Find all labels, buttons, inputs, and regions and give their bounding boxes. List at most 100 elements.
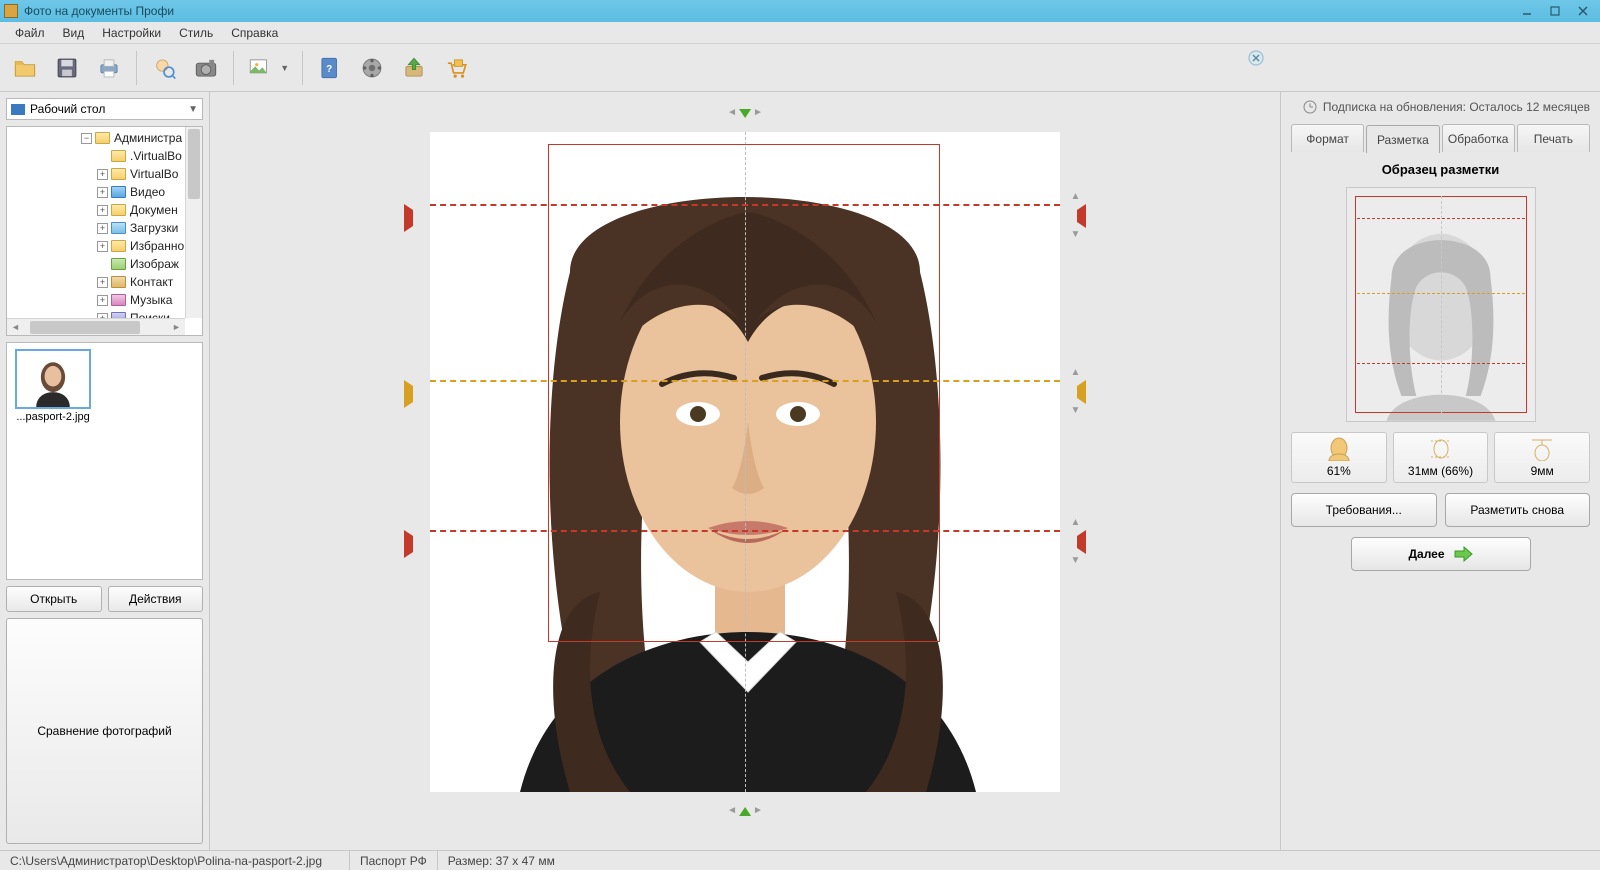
open-folder-button[interactable] (6, 49, 44, 87)
updates-button[interactable] (395, 49, 433, 87)
maximize-button[interactable] (1542, 3, 1568, 19)
tree-item-label[interactable]: Контакт (130, 275, 173, 289)
crop-top-handle[interactable]: ◄► (727, 108, 763, 118)
menu-file[interactable]: Файл (6, 26, 54, 40)
left-panel: Рабочий стол ▼ − Администра .VirtualBo + V… (0, 92, 210, 850)
tree-item-label[interactable]: Избранно (130, 239, 184, 253)
requirements-button[interactable]: Требования... (1291, 493, 1437, 527)
arrow-right-icon (1453, 546, 1473, 562)
tree-expander[interactable]: + (97, 223, 108, 234)
guide-chin-right-handle[interactable]: ▲▼ (1065, 518, 1086, 566)
tree-item-label[interactable]: Музыка (130, 293, 172, 307)
head-icon (1325, 437, 1353, 461)
menu-help[interactable]: Справка (222, 26, 287, 40)
clock-icon (1303, 100, 1317, 114)
subscription-text: Подписка на обновления: Осталось 12 меся… (1323, 100, 1590, 114)
tree-item-label[interactable]: Загрузки (130, 221, 178, 235)
sample-title: Образец разметки (1291, 162, 1590, 177)
toolbar-divider (136, 51, 137, 85)
menu-settings[interactable]: Настройки (93, 26, 170, 40)
tree-expander[interactable]: + (97, 277, 108, 288)
folder-icon (111, 240, 126, 252)
photo-gallery-dropdown[interactable]: ▼ (242, 49, 294, 87)
actions-button[interactable]: Действия (108, 586, 204, 612)
tutorial-button[interactable] (353, 49, 391, 87)
metric-value: 31мм (66%) (1408, 464, 1473, 478)
status-size: Размер: 37 x 47 мм (438, 851, 565, 870)
tab-processing[interactable]: Обработка (1442, 124, 1515, 152)
folder-icon (111, 204, 126, 216)
svg-text:?: ? (326, 64, 332, 75)
tree-expander[interactable]: − (81, 133, 92, 144)
guide-eyes-right-handle[interactable]: ▲▼ (1065, 368, 1086, 416)
tree-expander[interactable]: + (97, 187, 108, 198)
tree-item-label[interactable]: Докумен (130, 203, 178, 217)
subscription-status: Подписка на обновления: Осталось 12 меся… (1291, 100, 1590, 114)
menu-style[interactable]: Стиль (170, 26, 222, 40)
tree-expander[interactable]: + (97, 169, 108, 180)
app-icon (4, 4, 18, 18)
folder-icon (111, 222, 126, 234)
folder-icon (111, 294, 126, 306)
camera-button[interactable] (187, 49, 225, 87)
open-button[interactable]: Открыть (6, 586, 102, 612)
crop-bottom-handle[interactable]: ◄► (727, 806, 763, 816)
toolbar-divider (233, 51, 234, 85)
crop-rectangle[interactable] (548, 144, 940, 642)
tree-item-label[interactable]: VirtualBo (130, 167, 178, 181)
thumbnail-image (15, 349, 91, 409)
thumbnail-item[interactable]: ...pasport-2.jpg (13, 349, 93, 423)
title-bar: Фото на документы Профи (0, 0, 1600, 22)
panel-close-icon[interactable] (1248, 50, 1264, 66)
next-label: Далее (1408, 547, 1444, 561)
top-margin-icon (1528, 437, 1556, 461)
location-dropdown[interactable]: Рабочий стол ▼ (6, 98, 203, 120)
tree-expander[interactable]: + (97, 205, 108, 216)
toolbar: ▼ ? (0, 44, 1600, 92)
metric-value: 9мм (1531, 464, 1554, 478)
tab-format[interactable]: Формат (1291, 124, 1364, 152)
folder-icon (111, 186, 126, 198)
folder-tree[interactable]: − Администра .VirtualBo + VirtualBo + Видео… (6, 126, 203, 336)
editor-canvas-area: ◄► ◄► ▲▼ ▲▼ ▲▼ ▲▼ ▲▼ ▲▼ (210, 92, 1280, 850)
help-button[interactable]: ? (311, 49, 349, 87)
remark-button[interactable]: Разметить снова (1445, 493, 1591, 527)
thumbnail-list: ...pasport-2.jpg (6, 342, 203, 580)
guide-top-right-handle[interactable]: ▲▼ (1065, 192, 1086, 240)
face-detect-button[interactable] (145, 49, 183, 87)
tree-item-label[interactable]: .VirtualBo (130, 149, 182, 163)
tab-print[interactable]: Печать (1517, 124, 1590, 152)
tree-expander[interactable]: + (97, 241, 108, 252)
window-title: Фото на документы Профи (24, 4, 1512, 18)
tree-expander[interactable]: + (97, 295, 108, 306)
right-tabs: Формат Разметка Обработка Печать (1291, 124, 1590, 152)
menu-bar: Файл Вид Настройки Стиль Справка (0, 22, 1600, 44)
metric-top-margin: 9мм (1494, 432, 1590, 483)
folder-icon (111, 168, 126, 180)
compare-photos-button[interactable]: Сравнение фотографий (6, 618, 203, 844)
close-button[interactable] (1570, 3, 1596, 19)
minimize-button[interactable] (1514, 3, 1540, 19)
tab-markup[interactable]: Разметка (1366, 125, 1439, 153)
thumbnail-label: ...pasport-2.jpg (16, 411, 89, 423)
folder-icon (95, 132, 110, 144)
metrics-row: 61% 31мм (66%) 9мм (1291, 432, 1590, 483)
toolbar-divider (302, 51, 303, 85)
tree-vertical-scrollbar[interactable] (185, 127, 202, 318)
tree-item-label[interactable]: Изображ (130, 257, 179, 271)
folder-icon (111, 258, 126, 270)
menu-view[interactable]: Вид (54, 26, 94, 40)
metric-value: 61% (1327, 464, 1351, 478)
print-button[interactable] (90, 49, 128, 87)
tree-item-label[interactable]: Видео (130, 185, 165, 199)
markup-sample (1346, 187, 1536, 422)
right-panel: Подписка на обновления: Осталось 12 меся… (1280, 92, 1600, 850)
tree-horizontal-scrollbar[interactable]: ◄► (7, 318, 185, 335)
next-button[interactable]: Далее (1351, 537, 1531, 571)
save-button[interactable] (48, 49, 86, 87)
status-bar: C:\Users\Администратор\Desktop\Polina-na… (0, 850, 1600, 870)
folder-icon (111, 150, 126, 162)
photo-canvas[interactable] (430, 132, 1060, 792)
shop-button[interactable] (437, 49, 475, 87)
tree-item-label[interactable]: Администра (114, 131, 182, 145)
